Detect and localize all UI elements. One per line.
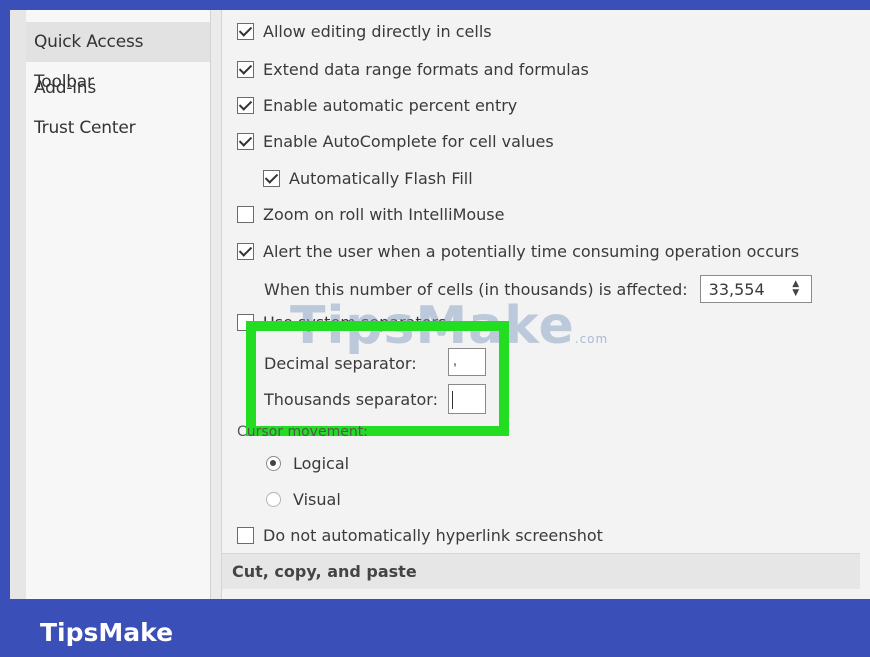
checkbox[interactable] [237,23,254,40]
option-label: Enable automatic percent entry [263,96,518,115]
checkbox[interactable] [237,243,254,260]
decimal-separator-value: , [453,352,457,368]
option-extend-formats[interactable]: Extend data range formats and formulas [237,60,589,79]
checkbox[interactable] [263,170,280,187]
radio-logical[interactable]: Logical [266,454,349,473]
option-flash-fill[interactable]: Automatically Flash Fill [263,169,473,188]
option-no-hyperlink[interactable]: Do not automatically hyperlink screensho… [237,526,603,545]
option-allow-editing[interactable]: Allow editing directly in cells [237,22,492,41]
option-label: Zoom on roll with IntelliMouse [263,205,505,224]
radio-button[interactable] [266,456,281,471]
option-label: Automatically Flash Fill [289,169,473,188]
option-label: Alert the user when a potentially time c… [263,242,800,261]
radio-visual[interactable]: Visual [266,490,341,509]
checkbox[interactable] [237,206,254,223]
option-label: Enable AutoComplete for cell values [263,132,554,151]
decimal-separator-input[interactable]: , [448,348,486,376]
option-alert-user[interactable]: Alert the user when a potentially time c… [237,242,799,261]
left-rail [10,10,27,599]
option-zoom-roll[interactable]: Zoom on roll with IntelliMouse [237,205,504,224]
checkbox[interactable] [237,133,254,150]
options-sidebar: Quick Access Toolbar Add-ins Trust Cente… [26,10,211,599]
option-autocomplete[interactable]: Enable AutoComplete for cell values [237,132,554,151]
sidebar-item-trust-center[interactable]: Trust Center [34,118,136,138]
cursor-movement-label: Cursor movement: [237,424,368,440]
section-header-cut-copy-paste: Cut, copy, and paste [222,553,860,589]
option-percent-entry[interactable]: Enable automatic percent entry [237,96,517,115]
watermark-suffix: .com [574,332,609,346]
sidebar-item-add-ins[interactable]: Add-ins [34,78,96,98]
option-label: Extend data range formats and formulas [263,60,589,79]
decimal-separator-label: Decimal separator: [264,354,417,373]
option-label: Allow editing directly in cells [263,22,492,41]
checkbox[interactable] [237,97,254,114]
radio-label: Visual [293,490,341,509]
spinner-value[interactable]: 33,554 [701,280,787,299]
checkbox[interactable] [237,527,254,544]
option-label: Do not automatically hyperlink screensho… [263,526,603,545]
brand-logo: TipsMake [40,618,174,647]
highlight-box [246,321,509,436]
thousands-separator-input[interactable] [448,384,486,414]
cells-affected-spinner[interactable]: 33,554 ▲ ▼ [699,275,812,303]
sidebar-item-quick-access-toolbar[interactable]: Quick Access Toolbar [26,22,210,92]
scroll-gutter[interactable] [211,10,222,599]
text-caret [452,391,453,409]
radio-label: Logical [293,454,350,473]
radio-button[interactable] [266,492,281,507]
spinner-arrows-icon[interactable]: ▲ ▼ [787,280,805,298]
checkbox[interactable] [237,61,254,78]
thousands-separator-label: Thousands separator: [264,390,438,409]
